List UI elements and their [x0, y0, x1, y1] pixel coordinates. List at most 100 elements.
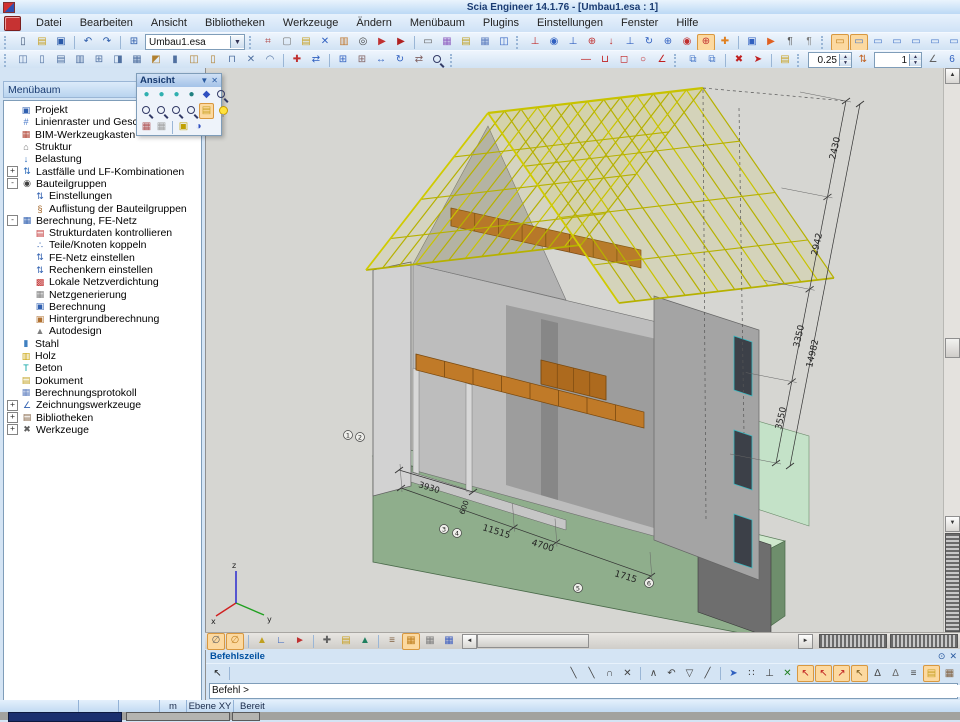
layers-2-icon[interactable]: ▶: [392, 34, 410, 51]
joist-icon[interactable]: ≡: [383, 633, 401, 650]
close-icon[interactable]: ✕: [949, 651, 957, 662]
step-spinner[interactable]: 1 ▲▼: [874, 52, 922, 68]
sidebar-item-stahl[interactable]: ▮Stahl: [4, 338, 201, 350]
free-node-icon[interactable]: ✚: [288, 52, 306, 69]
snap-orthogonal-icon[interactable]: ↖: [851, 665, 868, 682]
view-window-3-icon[interactable]: ▭: [869, 34, 887, 51]
menu-datei[interactable]: Datei: [27, 15, 71, 31]
snap-line-2-icon[interactable]: ╲: [583, 665, 600, 682]
grid-color-icon[interactable]: ▦: [440, 633, 458, 650]
sidebar-item-fe-netz-einstellen[interactable]: ⇅FE-Netz einstellen: [4, 252, 201, 264]
save-icon[interactable]: ▣: [52, 34, 70, 51]
dot-grid-icon[interactable]: ∷: [743, 665, 760, 682]
panel-grip-1[interactable]: [819, 634, 887, 648]
truss-icon[interactable]: ◫: [185, 52, 203, 69]
toolbar-grip[interactable]: [821, 36, 826, 49]
rib-icon[interactable]: ▮: [166, 52, 184, 69]
snap-length-icon[interactable]: ≡: [905, 665, 922, 682]
document-icon[interactable]: ▤: [457, 34, 475, 51]
bracing-icon[interactable]: ✕: [242, 52, 260, 69]
sidebar-item-rechenkern-einstellen[interactable]: ⇅Rechenkern einstellen: [4, 264, 201, 276]
curved-beam-icon[interactable]: ◠: [261, 52, 279, 69]
view-axo-icon[interactable]: ●: [184, 87, 199, 103]
app-icon[interactable]: [4, 16, 21, 31]
snap-tangent-icon[interactable]: ∆: [869, 665, 886, 682]
node-icon[interactable]: ◉: [678, 34, 696, 51]
angle-step-icon[interactable]: ∠: [924, 52, 942, 69]
command-input[interactable]: [210, 685, 960, 697]
check-structure-icon[interactable]: ⌗: [259, 34, 277, 51]
table-icon[interactable]: ▦: [476, 34, 494, 51]
open-file-icon[interactable]: ▤: [33, 34, 51, 51]
rotate-icon[interactable]: ↻: [391, 52, 409, 69]
palette-close-icon[interactable]: ✕: [211, 76, 218, 85]
paste-view-icon[interactable]: ⧉: [684, 52, 702, 69]
snap-triangle-icon[interactable]: ▽: [681, 665, 698, 682]
pick-cursor-icon[interactable]: ↖: [209, 665, 226, 682]
rigid-arm-icon[interactable]: ⊕: [583, 34, 601, 51]
view-perspective-icon[interactable]: ◆: [199, 87, 214, 103]
combo-dropdown-icon[interactable]: ▼: [230, 36, 244, 48]
sidebar-item-beton[interactable]: TBeton: [4, 362, 201, 374]
command-panel-header[interactable]: Befehlszeile ⊙ ✕: [206, 650, 960, 663]
sidebar-item-belastung[interactable]: ↓Belastung: [4, 153, 201, 165]
menu-plugins[interactable]: Plugins: [474, 15, 528, 31]
zoom-out-icon[interactable]: [154, 103, 169, 119]
spinner-arrows-icon[interactable]: ▲▼: [909, 54, 921, 66]
clipping-box-icon[interactable]: ▣: [176, 119, 191, 135]
layers-icon[interactable]: ▶: [373, 34, 391, 51]
menu-andern[interactable]: Ändern: [347, 15, 400, 31]
snap-folder-icon[interactable]: ▤: [923, 665, 940, 682]
haunch-icon[interactable]: ◩: [147, 52, 165, 69]
axis-icon[interactable]: ▲: [253, 633, 271, 650]
sidebar-item-bibliotheken[interactable]: +▤Bibliotheken: [4, 411, 201, 423]
copy-icon[interactable]: ⊞: [334, 52, 352, 69]
undo-icon[interactable]: ↶: [79, 34, 97, 51]
sidebar-item-lokale-netzverdichtung[interactable]: ▩Lokale Netzverdichtung: [4, 276, 201, 288]
collapse-icon[interactable]: -: [7, 215, 18, 226]
sidebar-item-zeichnungswerkzeuge[interactable]: +∠Zeichnungswerkzeuge: [4, 399, 201, 411]
moment-icon[interactable]: ↻: [640, 34, 658, 51]
print-preview-icon[interactable]: ▦: [438, 34, 456, 51]
redo-icon[interactable]: ↷: [98, 34, 116, 51]
snap-grid-icon[interactable]: ✕: [779, 665, 796, 682]
collapse-icon[interactable]: -: [7, 178, 18, 189]
view-parameters-icon[interactable]: ▦: [139, 119, 154, 135]
cross-sections-icon[interactable]: ✕: [316, 34, 334, 51]
snap-line-icon[interactable]: ╲: [565, 665, 582, 682]
opening-icon[interactable]: ⊞: [90, 52, 108, 69]
sidebar-item-strukturdaten-kontrollieren[interactable]: ▤Strukturdaten kontrollieren: [4, 227, 201, 239]
filter-b-icon[interactable]: ¶: [800, 34, 818, 51]
line-grid-icon[interactable]: ⊥: [761, 665, 778, 682]
sidebar-item-dokument[interactable]: ▤Dokument: [4, 375, 201, 387]
sidebar-item-autodesign[interactable]: ▲Autodesign: [4, 325, 201, 337]
sphere-icon[interactable]: ◎: [354, 34, 372, 51]
snap-endpoint-icon[interactable]: ↖: [797, 665, 814, 682]
sidebar-item-berechnungsprotokoll[interactable]: ▦Berechnungsprotokoll: [4, 387, 201, 399]
mirror-icon[interactable]: ⇄: [410, 52, 428, 69]
menu-bibliotheken[interactable]: Bibliotheken: [196, 15, 274, 31]
view-window-6-icon[interactable]: ▭: [926, 34, 944, 51]
vertical-scrollbar[interactable]: ▲ ▼: [943, 68, 960, 632]
light-icon[interactable]: [214, 103, 229, 119]
status-unit[interactable]: m: [160, 700, 187, 712]
render-mode-icon[interactable]: ◑: [191, 119, 206, 135]
frame-icon[interactable]: ⊓: [223, 52, 241, 69]
3d-viewport[interactable]: 2430 2942 3350 3550 14982 3930 11515 470…: [205, 68, 960, 632]
view-window-2-icon[interactable]: ▭: [850, 34, 868, 51]
slab-icon[interactable]: ◨: [109, 52, 127, 69]
line-load-icon[interactable]: ⊥: [621, 34, 639, 51]
project-settings-icon[interactable]: ▢: [278, 34, 296, 51]
bolt-icon[interactable]: ✚: [318, 633, 336, 650]
view-front-icon[interactable]: ●: [154, 87, 169, 103]
scale-spinner[interactable]: 0.25 ▲▼: [808, 52, 852, 68]
sidebar-item-hintergrundberechnung[interactable]: ▣Hintergrundberechnung: [4, 313, 201, 325]
menu-fenster[interactable]: Fenster: [612, 15, 667, 31]
toolbar-grip[interactable]: [4, 54, 9, 67]
panel-grip-2[interactable]: [890, 634, 958, 648]
menu-menubaum[interactable]: Menübaum: [401, 15, 474, 31]
decimals-icon[interactable]: 6: [943, 52, 960, 69]
menu-werkzeuge[interactable]: Werkzeuge: [274, 15, 347, 31]
link-2-icon[interactable]: ∅: [226, 633, 244, 650]
exchange-icon[interactable]: ⇄: [307, 52, 325, 69]
